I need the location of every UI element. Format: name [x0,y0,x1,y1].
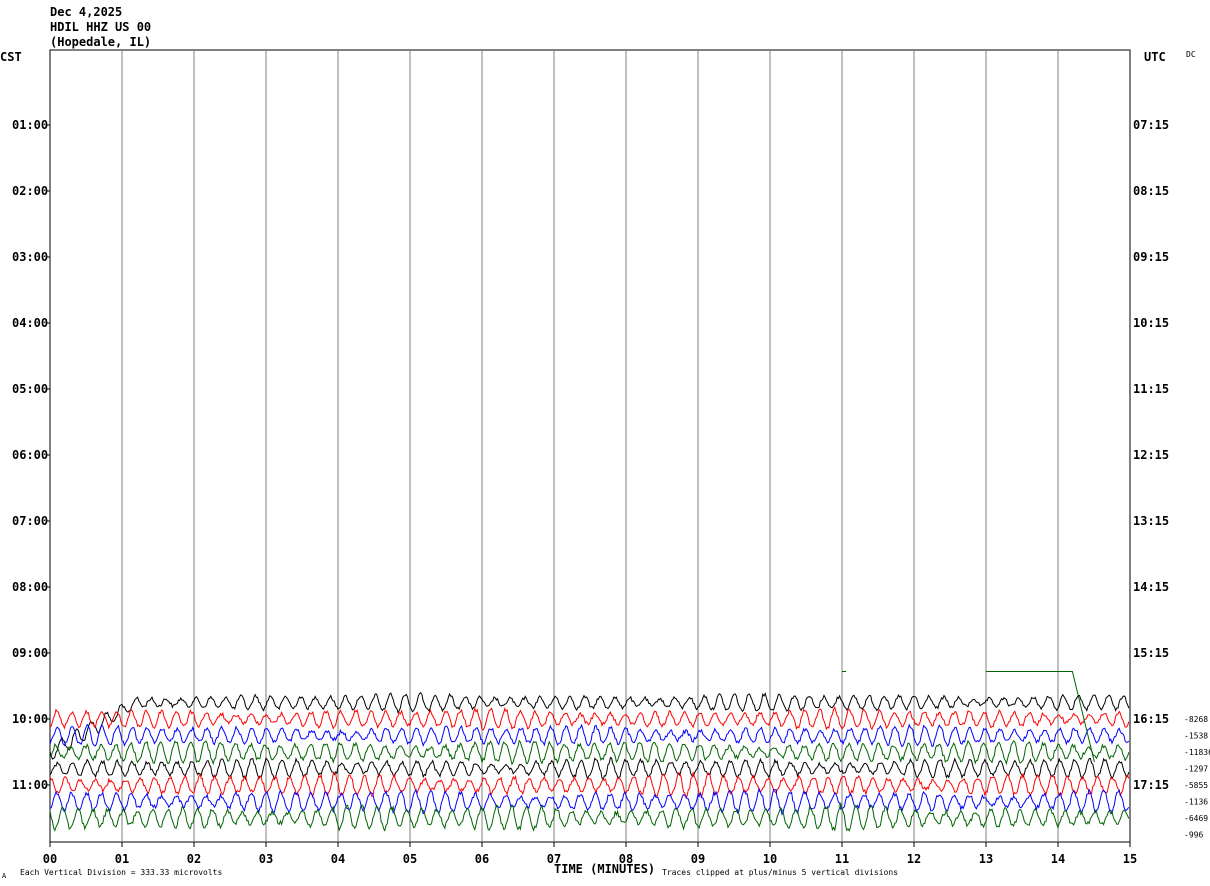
x-tick-label: 09 [691,852,705,866]
scale-note: Each Vertical Division = 333.33 microvol… [20,868,222,877]
x-tick-label: 12 [907,852,921,866]
value-label: -1538 [1184,732,1208,741]
x-tick-label: 00 [43,852,57,866]
right-time-labels: 07:15 08:15 09:15 10:15 11:15 12:15 13:15 14:15… [1133,118,1169,792]
right-zone-label: UTC [1144,50,1166,64]
right-time-label: 08:15 [1133,184,1169,198]
right-time-label: 13:15 [1133,514,1169,528]
x-tick-label: 02 [187,852,201,866]
x-axis-label: TIME (MINUTES) [554,862,655,876]
right-time-label: 17:15 [1133,778,1169,792]
right-time-label: 15:15 [1133,646,1169,660]
x-tick-label: 05 [403,852,417,866]
x-tick-label: 10 [763,852,777,866]
x-tick-label: 03 [259,852,273,866]
left-time-label: 06:00 [12,448,48,462]
value-label: -1297 [1184,765,1208,774]
x-tick-label: 11 [835,852,849,866]
helicorder-chart: Dec 4,2025 HDIL HHZ US 00 (Hopedale, IL)… [0,5,1210,880]
x-tick-label: 15 [1123,852,1137,866]
left-time-label: 02:00 [12,184,48,198]
chart-station: HDIL HHZ US 00 [50,20,151,34]
left-time-label: 09:00 [12,646,48,660]
right-time-label: 12:15 [1133,448,1169,462]
left-time-label: 08:00 [12,580,48,594]
left-time-labels: 01:00 02:00 03:00 04:00 05:00 06:00 07:00 08:00… [12,118,50,792]
left-time-label: 01:00 [12,118,48,132]
left-time-label: 04:00 [12,316,48,330]
chart-location: (Hopedale, IL) [50,35,151,49]
value-label: -5855 [1184,781,1208,790]
x-tick-label: 06 [475,852,489,866]
left-zone-label: CST [0,50,22,64]
seismic-traces [49,671,1130,833]
right-time-label: 16:15 [1133,712,1169,726]
chart-date: Dec 4,2025 [50,5,122,19]
right-time-label: 09:15 [1133,250,1169,264]
value-label: -996 [1184,831,1203,840]
value-label: -1136 [1184,798,1208,807]
value-label: -6469 [1184,814,1208,823]
corner-mark: A [2,872,7,880]
x-tick-label: 04 [331,852,345,866]
right-time-label: 11:15 [1133,382,1169,396]
dc-label: DC [1186,50,1196,59]
right-time-label: 10:15 [1133,316,1169,330]
x-tick-label: 01 [115,852,129,866]
trace-line [49,706,1130,731]
left-time-label: 11:00 [12,778,48,792]
right-time-label: 07:15 [1133,118,1169,132]
value-label: -8268 [1184,715,1208,724]
left-time-label: 05:00 [12,382,48,396]
left-time-label: 03:00 [12,250,48,264]
right-time-label: 14:15 [1133,580,1169,594]
clip-note: Traces clipped at plus/minus 5 vertical … [662,868,898,877]
trace-line [49,691,1130,760]
right-value-labels: -8268 -1538 -11836 -1297 -5855 -1136 -6469 -996 [1184,715,1210,840]
left-time-label: 07:00 [12,514,48,528]
trace-line [49,771,1130,800]
x-tick-label: 13 [979,852,993,866]
value-label: -11836 [1184,748,1210,757]
x-tick-label: 14 [1051,852,1065,866]
left-time-label: 10:00 [12,712,48,726]
